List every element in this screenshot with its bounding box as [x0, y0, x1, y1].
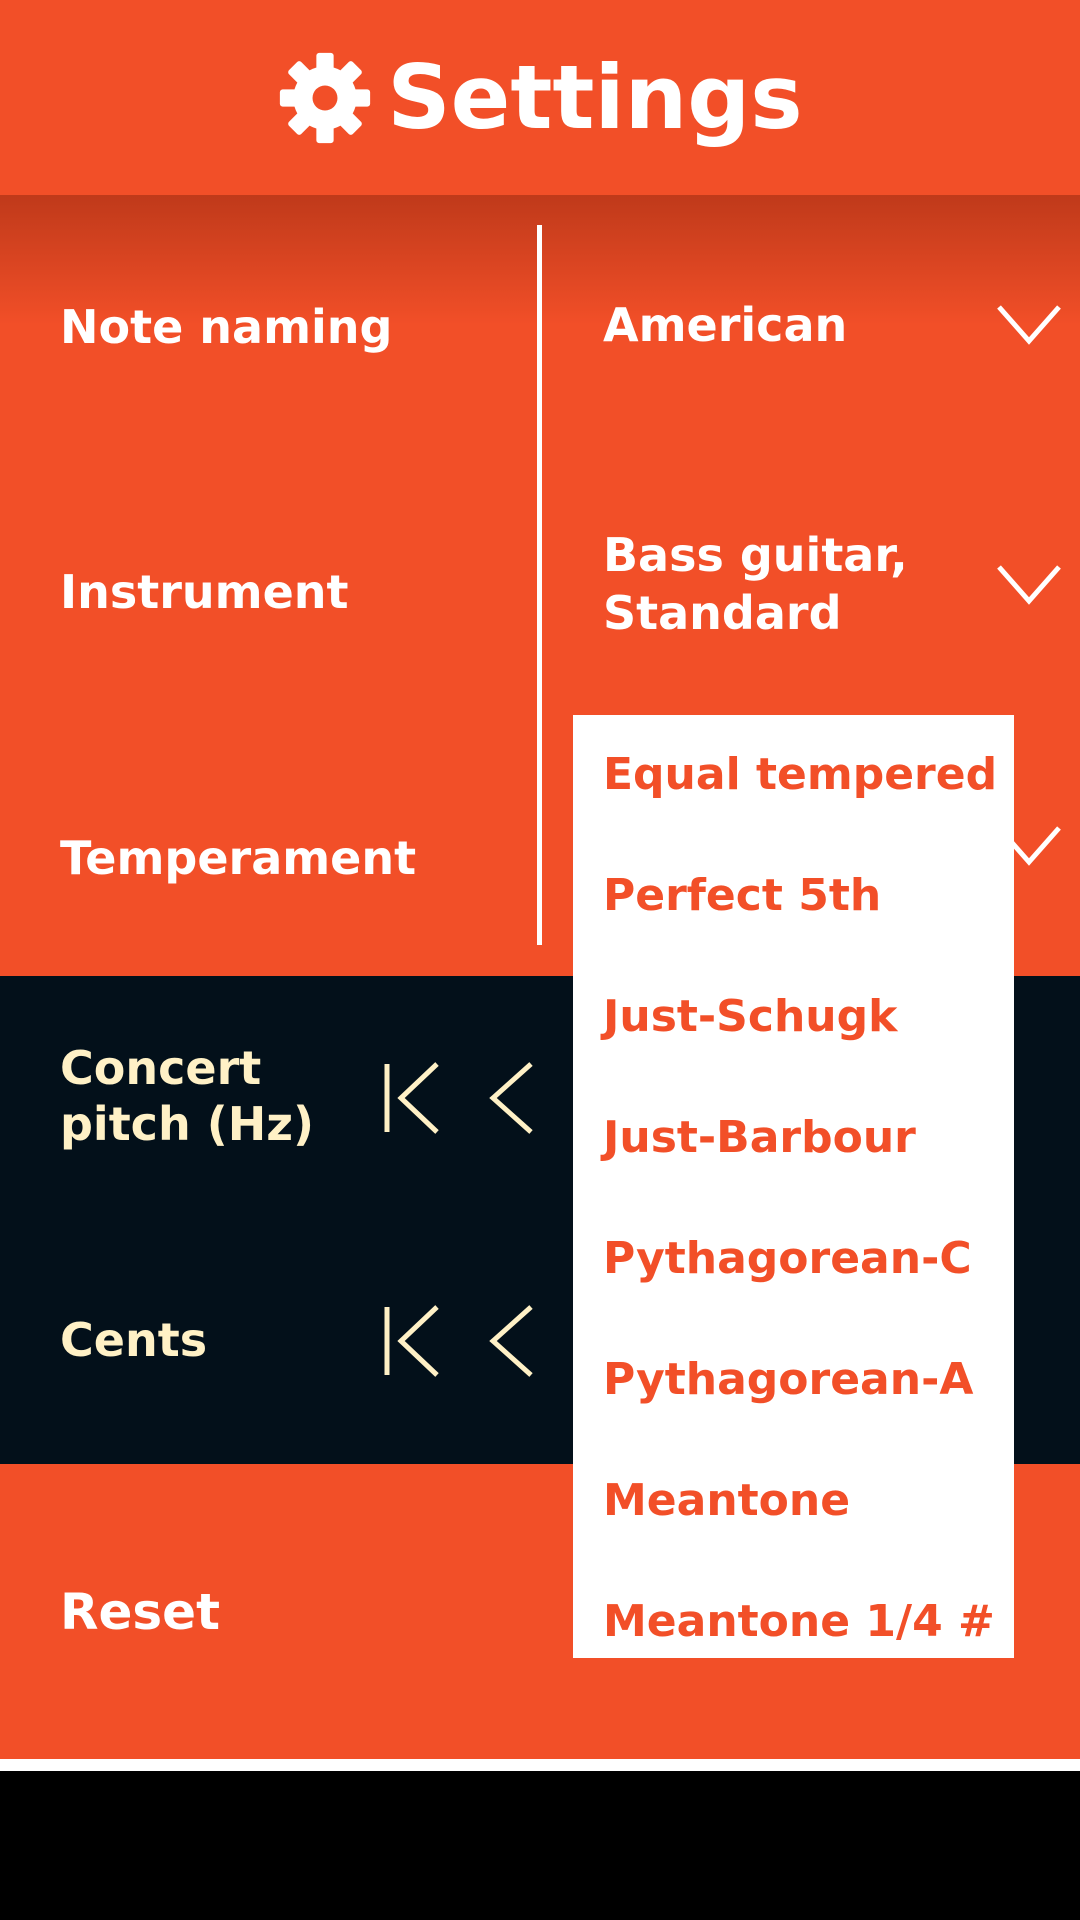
dropdown-option[interactable]: Perfect 5th [603, 868, 881, 924]
dropdown-option[interactable]: Equal tempered [603, 747, 997, 803]
concert-pitch-label: Concert pitch (Hz) [60, 1040, 314, 1152]
dropdown-option[interactable]: Just-Barbour [603, 1110, 916, 1166]
chevron-down-icon[interactable] [996, 563, 1062, 605]
chevron-left-icon[interactable] [483, 1061, 543, 1135]
temperament-dropdown[interactable]: Equal tempered Perfect 5th Just-Schugk J… [573, 715, 1014, 1658]
note-naming-label: Note naming [60, 300, 393, 354]
reset-button[interactable]: Reset [60, 1582, 220, 1642]
note-naming-value[interactable]: American [603, 296, 847, 354]
settings-screen: Settings Note naming American Instrument… [0, 0, 1080, 1920]
instrument-value[interactable]: Bass guitar, Standard [603, 526, 908, 642]
cents-label: Cents [60, 1313, 208, 1367]
bottom-divider [0, 1759, 1080, 1771]
skip-to-start-icon[interactable] [383, 1061, 443, 1135]
dropdown-option[interactable]: Meantone 1/4 # [603, 1594, 995, 1650]
instrument-value-line2: Standard [603, 586, 842, 640]
concert-pitch-label-line2: pitch (Hz) [60, 1097, 315, 1151]
header: Settings [0, 0, 1080, 195]
instrument-label: Instrument [60, 565, 349, 619]
dropdown-option[interactable]: Pythagorean-C [603, 1231, 972, 1287]
temperament-label: Temperament [60, 831, 417, 885]
column-divider [537, 225, 542, 945]
dropdown-option[interactable]: Just-Schugk [603, 989, 897, 1045]
gear-icon [280, 52, 371, 143]
skip-to-start-icon[interactable] [383, 1304, 443, 1378]
dropdown-option[interactable]: Pythagorean-A [603, 1352, 973, 1408]
dropdown-option[interactable]: Meantone [603, 1473, 850, 1529]
chevron-down-icon[interactable] [996, 303, 1062, 345]
instrument-value-line1: Bass guitar, [603, 528, 908, 582]
chevron-left-icon[interactable] [483, 1304, 543, 1378]
concert-pitch-label-line1: Concert [60, 1041, 262, 1095]
page-title: Settings [387, 46, 803, 149]
